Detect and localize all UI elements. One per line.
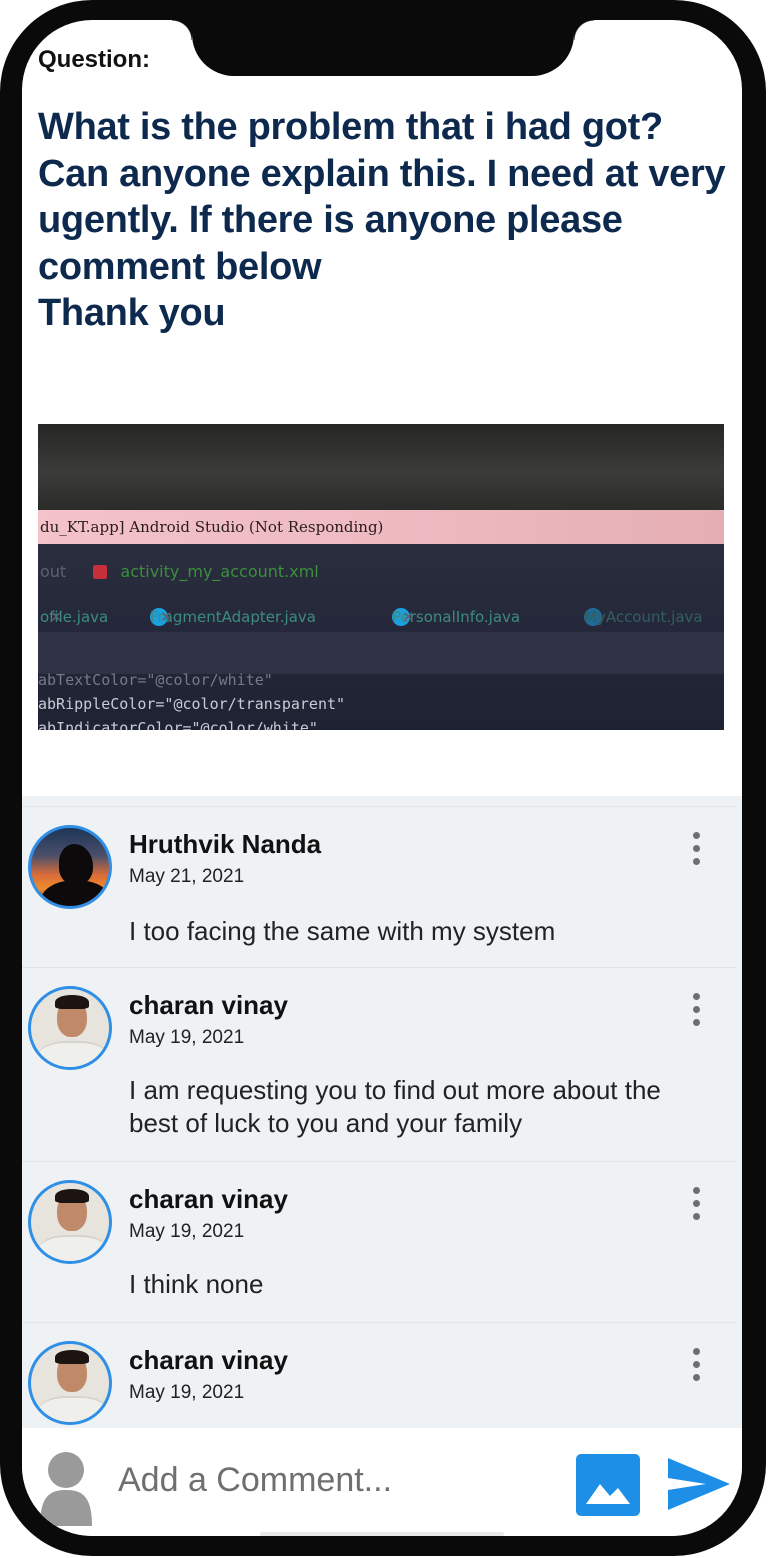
- comment-date: May 19, 2021: [129, 1221, 245, 1242]
- photo-code: abTextColor="@color/white" abRippleColor=…: [38, 671, 346, 730]
- xml-file-icon: [93, 565, 108, 579]
- question-label: Question:: [38, 46, 150, 73]
- user-placeholder-icon: [40, 1452, 92, 1526]
- more-options-icon[interactable]: [690, 832, 702, 868]
- avatar[interactable]: [28, 1341, 112, 1425]
- comment-date: May 19, 2021: [129, 1382, 245, 1403]
- monitor-bezel: [38, 424, 724, 510]
- comment-author[interactable]: charan vinay: [129, 1345, 288, 1376]
- comments-list[interactable]: Hruthvik Nanda May 21, 2021 I too facing…: [22, 796, 742, 1428]
- avatar[interactable]: [28, 986, 112, 1070]
- phone-frame: Question: What is the problem that i had…: [0, 0, 766, 1556]
- screen: Question: What is the problem that i had…: [22, 20, 742, 1536]
- comment-author[interactable]: charan vinay: [129, 1184, 288, 1215]
- comment-text: I think none: [129, 1269, 264, 1299]
- comment-text: I too facing the same with my system: [129, 916, 556, 946]
- more-options-icon[interactable]: [690, 1187, 702, 1223]
- question-photo[interactable]: du_KT.app] Android Studio (Not Respondin…: [38, 424, 724, 730]
- comment-author[interactable]: Hruthvik Nanda: [129, 829, 321, 860]
- notch: [172, 20, 594, 76]
- home-indicator[interactable]: [260, 1532, 504, 1536]
- comment-composer: [22, 1428, 742, 1536]
- question-text: What is the problem that i had got? Can …: [38, 106, 726, 334]
- photo-breadcrumb-file: activity_my_account.xml: [120, 562, 319, 581]
- photo-breadcrumb-prefix: out: [40, 562, 67, 581]
- photo-tabs: ofile.java ✕ FragmentAdapter.java ✕ Person…: [40, 608, 703, 626]
- send-icon[interactable]: [666, 1456, 732, 1512]
- comment-text: I am requesting you to find out more abo…: [129, 1075, 661, 1138]
- comment-input[interactable]: [118, 1456, 558, 1504]
- comment-item: Hruthvik Nanda May 21, 2021 I too facing…: [22, 806, 736, 967]
- photo-ide-area: out activity_my_account.xml ofile.java ✕ …: [38, 544, 724, 730]
- comment-item: charan vinay May 19, 2021 I think none: [22, 1161, 736, 1322]
- comment-date: May 21, 2021: [129, 866, 245, 887]
- more-options-icon[interactable]: [690, 1348, 702, 1384]
- comment-item: charan vinay May 19, 2021 I am requestin…: [22, 967, 736, 1161]
- more-options-icon[interactable]: [690, 993, 702, 1029]
- comment-date: May 19, 2021: [129, 1027, 245, 1048]
- avatar[interactable]: [28, 825, 112, 909]
- image-icon[interactable]: [576, 1454, 640, 1516]
- photo-titlebar-text: du_KT.app] Android Studio (Not Respondin…: [38, 510, 724, 544]
- photo-breadcrumb: out activity_my_account.xml: [40, 562, 319, 581]
- avatar[interactable]: [28, 1180, 112, 1264]
- comment-item: charan vinay May 19, 2021: [22, 1322, 736, 1428]
- comment-author[interactable]: charan vinay: [129, 990, 288, 1021]
